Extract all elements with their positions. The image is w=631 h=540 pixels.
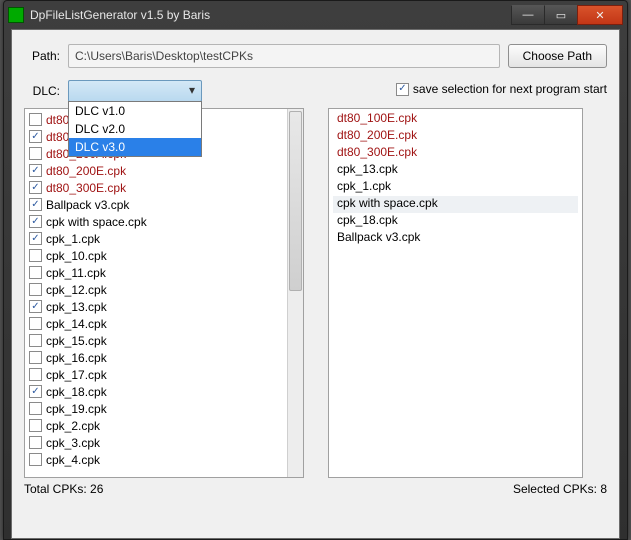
list-item[interactable]: cpk_4.cpk (29, 451, 283, 468)
item-checkbox[interactable] (29, 402, 42, 415)
item-label: cpk_17.cpk (46, 368, 107, 382)
item-checkbox[interactable] (29, 215, 42, 228)
list-item[interactable]: cpk_13.cpk (29, 298, 283, 315)
selected-list-inner: dt80_100E.cpkdt80_200E.cpkdt80_300E.cpkc… (329, 109, 582, 477)
scrollbar-thumb[interactable] (289, 111, 302, 291)
minimize-button[interactable]: — (511, 5, 545, 25)
close-button[interactable]: ✕ (577, 5, 623, 25)
window-frame: DpFileListGenerator v1.5 by Baris — ▭ ✕ … (3, 0, 628, 540)
list-item[interactable]: cpk with space.cpk (29, 213, 283, 230)
item-label: cpk_14.cpk (46, 317, 107, 331)
available-list[interactable]: dt80 written overdt80_ overdt80_200A.cpk… (24, 108, 304, 478)
item-label: Ballpack v3.cpk (46, 198, 129, 212)
available-list-inner: dt80 written overdt80_ overdt80_200A.cpk… (25, 109, 287, 477)
item-label: cpk_1.cpk (46, 232, 100, 246)
app-icon (8, 7, 24, 23)
selected-item[interactable]: cpk with space.cpk (333, 196, 578, 213)
item-label: cpk_16.cpk (46, 351, 107, 365)
item-checkbox[interactable] (29, 181, 42, 194)
item-checkbox[interactable] (29, 436, 42, 449)
dlc-option[interactable]: DLC v2.0 (69, 120, 201, 138)
item-label: dt80_200E.cpk (46, 164, 126, 178)
item-label: cpk_11.cpk (46, 266, 106, 280)
list-item[interactable]: cpk_18.cpk (29, 383, 283, 400)
list-item[interactable]: cpk_2.cpk (29, 417, 283, 434)
save-selection-checkbox[interactable] (396, 83, 409, 96)
list-item[interactable]: cpk_17.cpk (29, 366, 283, 383)
item-label: cpk_3.cpk (46, 436, 100, 450)
item-checkbox[interactable] (29, 283, 42, 296)
item-checkbox[interactable] (29, 453, 42, 466)
item-checkbox[interactable] (29, 130, 42, 143)
list-item[interactable]: cpk_19.cpk (29, 400, 283, 417)
item-checkbox[interactable] (29, 113, 42, 126)
list-item[interactable]: dt80_200E.cpk (29, 162, 283, 179)
window-buttons: — ▭ ✕ (512, 5, 623, 25)
item-label: cpk_13.cpk (46, 300, 107, 314)
total-count-label: Total CPKs: 26 (24, 482, 103, 496)
selected-item[interactable]: dt80_100E.cpk (333, 111, 578, 128)
item-label: cpk_19.cpk (46, 402, 107, 416)
dlc-option[interactable]: DLC v3.0 (69, 138, 201, 156)
footer: Total CPKs: 26 Selected CPKs: 8 (24, 482, 607, 496)
selected-count-label: Selected CPKs: 8 (513, 482, 607, 496)
window-title: DpFileListGenerator v1.5 by Baris (30, 8, 512, 22)
client-area: Path: Choose Path DLC: DLC v1.0DLC v2.0D… (11, 29, 620, 539)
selected-item[interactable]: cpk_18.cpk (333, 213, 578, 230)
selected-item[interactable]: dt80_200E.cpk (333, 128, 578, 145)
selected-item[interactable]: cpk_13.cpk (333, 162, 578, 179)
list-item[interactable]: cpk_3.cpk (29, 434, 283, 451)
item-checkbox[interactable] (29, 368, 42, 381)
path-row: Path: Choose Path (24, 44, 607, 68)
item-checkbox[interactable] (29, 266, 42, 279)
selected-item[interactable]: dt80_300E.cpk (333, 145, 578, 162)
dlc-select-wrap: DLC v1.0DLC v2.0DLC v3.0 (68, 80, 202, 102)
choose-path-button[interactable]: Choose Path (508, 44, 607, 68)
selected-list[interactable]: dt80_100E.cpkdt80_200E.cpkdt80_300E.cpkc… (328, 108, 583, 478)
item-checkbox[interactable] (29, 300, 42, 313)
list-item[interactable]: Ballpack v3.cpk (29, 196, 283, 213)
list-item[interactable]: cpk_14.cpk (29, 315, 283, 332)
dlc-option[interactable]: DLC v1.0 (69, 102, 201, 120)
item-label: cpk_2.cpk (46, 419, 100, 433)
save-selection-label: save selection for next program start (413, 82, 607, 96)
list-item[interactable]: cpk_11.cpk (29, 264, 283, 281)
list-item[interactable]: dt80_300E.cpk (29, 179, 283, 196)
item-label: cpk_12.cpk (46, 283, 107, 297)
item-label: cpk_15.cpk (46, 334, 107, 348)
list-item[interactable]: cpk_15.cpk (29, 332, 283, 349)
item-checkbox[interactable] (29, 249, 42, 262)
item-checkbox[interactable] (29, 164, 42, 177)
item-checkbox[interactable] (29, 147, 42, 160)
item-label: dt80_300E.cpk (46, 181, 126, 195)
titlebar[interactable]: DpFileListGenerator v1.5 by Baris — ▭ ✕ (4, 1, 627, 29)
dlc-label: DLC: (24, 84, 60, 98)
lists-area: dt80 written overdt80_ overdt80_200A.cpk… (24, 108, 607, 478)
item-checkbox[interactable] (29, 419, 42, 432)
list-item[interactable]: cpk_1.cpk (29, 230, 283, 247)
selected-item[interactable]: Ballpack v3.cpk (333, 230, 578, 247)
item-label: cpk_18.cpk (46, 385, 107, 399)
dlc-row: DLC: DLC v1.0DLC v2.0DLC v3.0 (24, 80, 202, 102)
list-item[interactable]: cpk_10.cpk (29, 247, 283, 264)
path-label: Path: (24, 49, 60, 63)
item-checkbox[interactable] (29, 385, 42, 398)
item-checkbox[interactable] (29, 317, 42, 330)
maximize-button[interactable]: ▭ (544, 5, 578, 25)
available-scrollbar[interactable] (287, 109, 303, 477)
list-item[interactable]: cpk_16.cpk (29, 349, 283, 366)
save-selection-row: save selection for next program start (396, 82, 607, 96)
item-checkbox[interactable] (29, 198, 42, 211)
dlc-select[interactable] (68, 80, 202, 102)
item-label: cpk_4.cpk (46, 453, 100, 467)
item-label: cpk with space.cpk (46, 215, 147, 229)
item-checkbox[interactable] (29, 351, 42, 364)
item-label: cpk_10.cpk (46, 249, 107, 263)
selected-item[interactable]: cpk_1.cpk (333, 179, 578, 196)
list-item[interactable]: cpk_12.cpk (29, 281, 283, 298)
item-checkbox[interactable] (29, 232, 42, 245)
path-input[interactable] (68, 44, 500, 68)
item-checkbox[interactable] (29, 334, 42, 347)
dlc-dropdown-list[interactable]: DLC v1.0DLC v2.0DLC v3.0 (68, 101, 202, 157)
